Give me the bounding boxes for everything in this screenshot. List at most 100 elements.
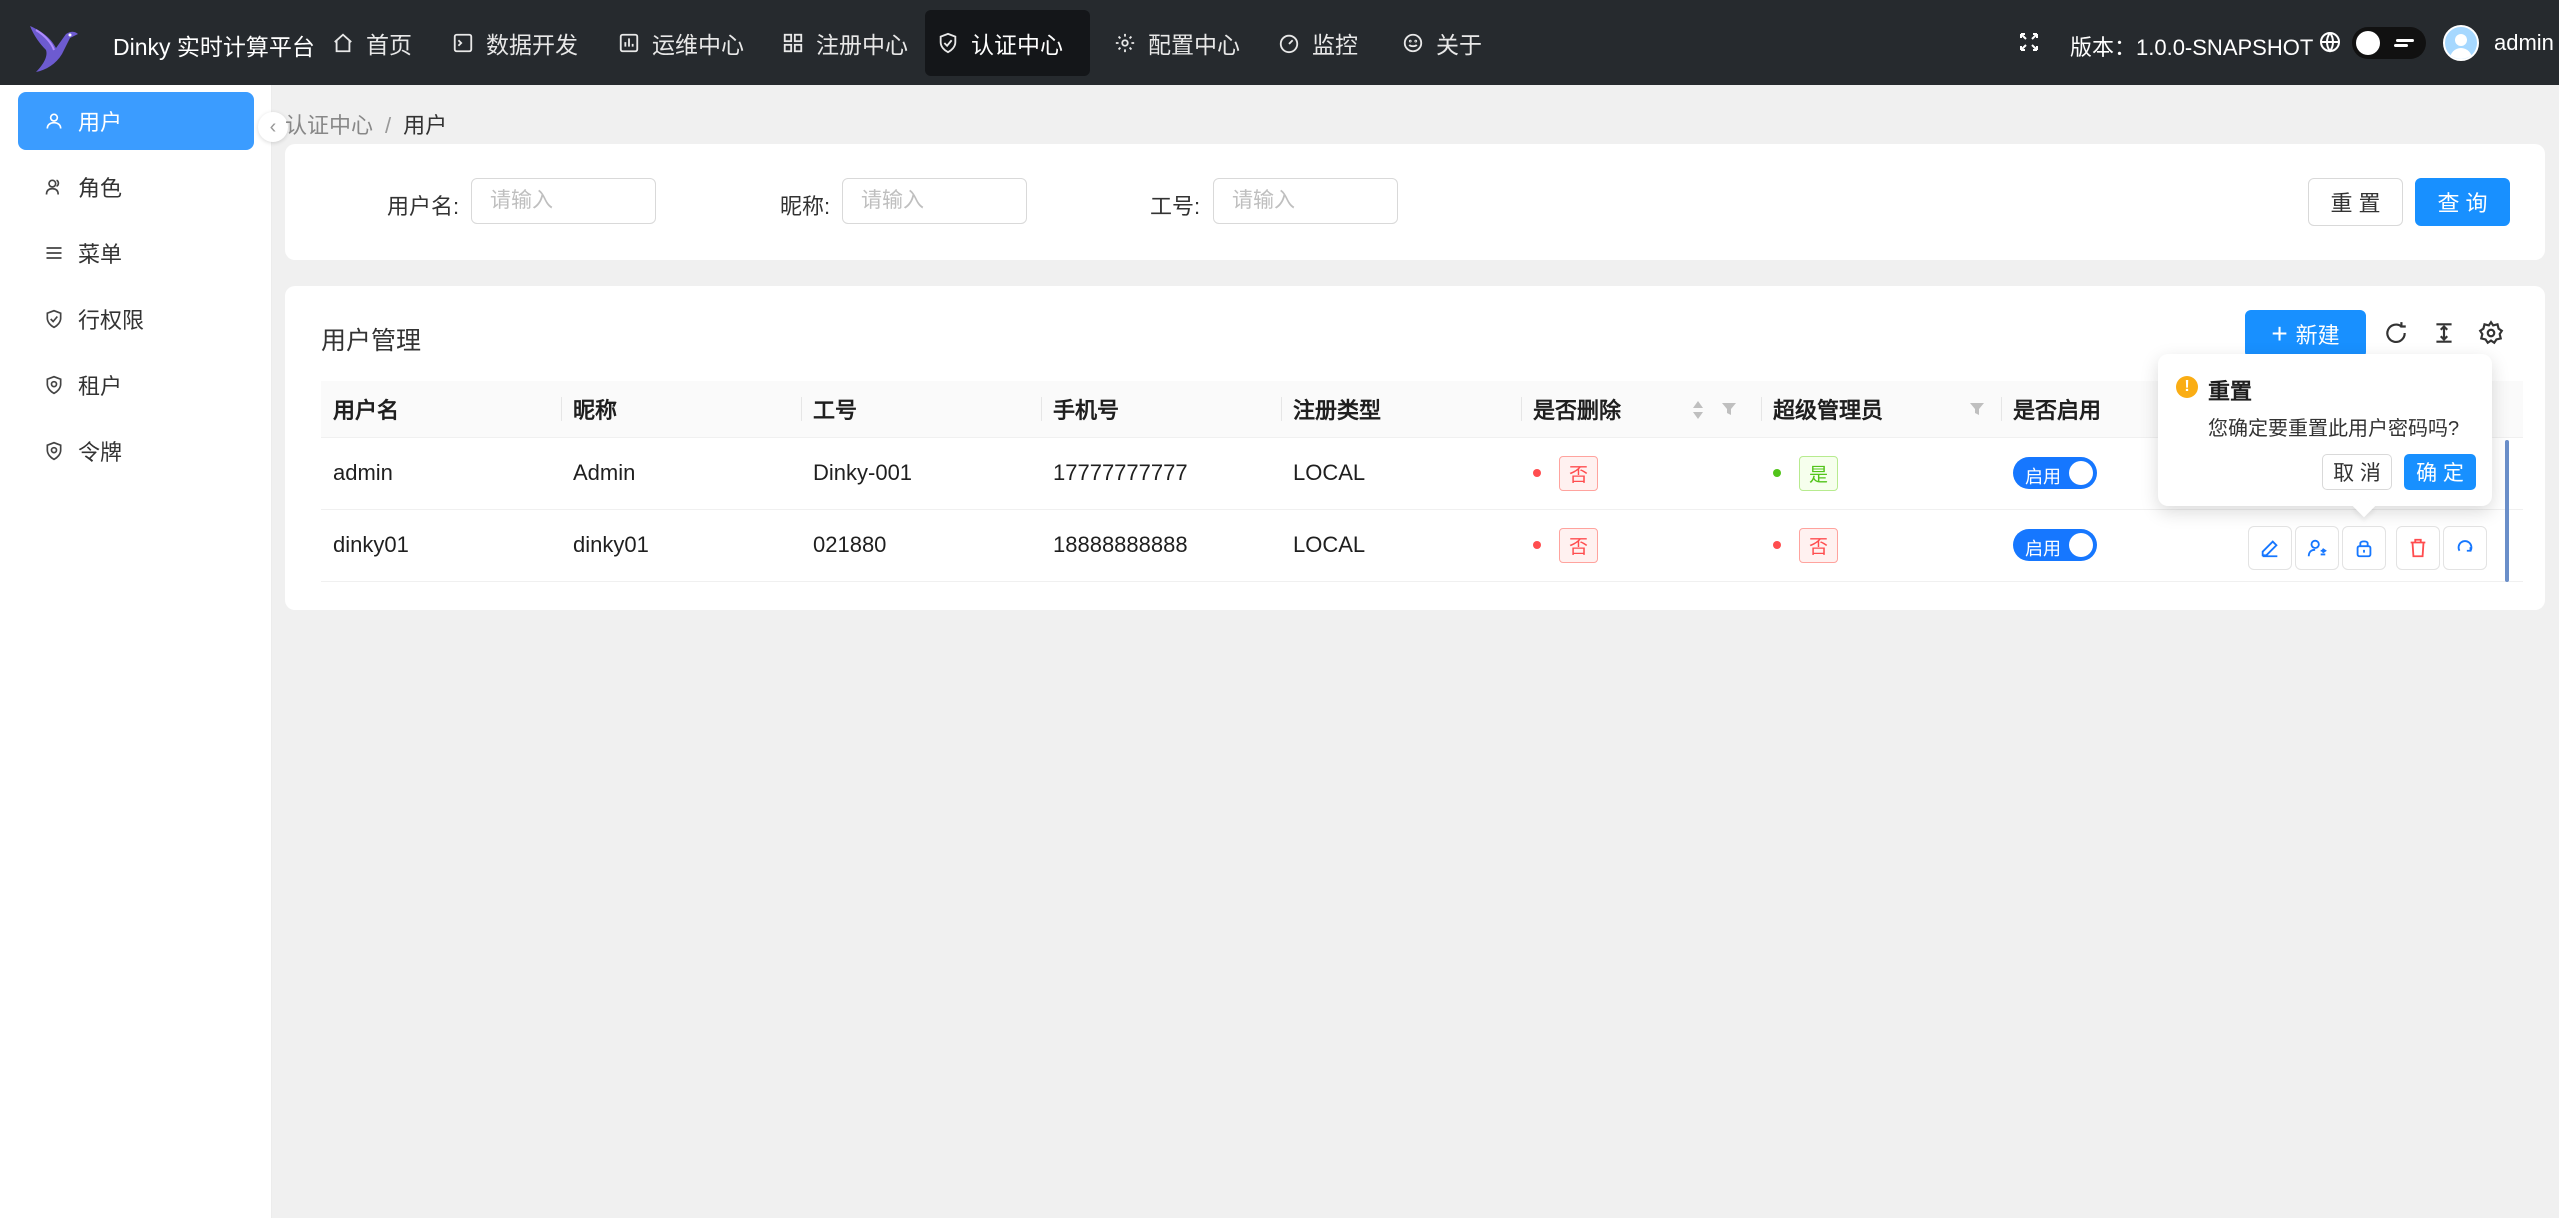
nav-registry-center[interactable]: 注册中心 <box>770 10 920 76</box>
switch-label: 启用 <box>2025 539 2061 559</box>
theme-toggle[interactable] <box>2352 27 2426 59</box>
worknum-filter-input[interactable] <box>1213 178 1398 224</box>
nav-data-dev[interactable]: 数据开发 <box>440 10 590 76</box>
delete-icon <box>2410 538 2426 558</box>
cell-register-type: LOCAL <box>1281 437 1521 510</box>
status-badge: 否 <box>1559 455 1599 491</box>
nav-label: 认证中心 <box>971 32 1063 58</box>
worknum-filter-label: 工号: <box>1150 194 1201 219</box>
nav-monitor[interactable]: 监控 <box>1266 10 1370 76</box>
column-label: 昵称 <box>573 397 618 423</box>
sort-caret-icon[interactable] <box>1691 399 1705 421</box>
cell-mobile: 17777777777 <box>1041 437 1281 510</box>
column-label: 手机号 <box>1053 397 1120 423</box>
delete-button[interactable] <box>2396 526 2440 570</box>
cell-super-admin: 是 <box>1761 437 2001 510</box>
column-header-username: 用户名 <box>321 381 561 438</box>
exclamation-circle-icon: ! <box>2176 376 2198 398</box>
reset-button[interactable]: 重 置 <box>2308 178 2403 226</box>
lock-icon <box>2356 540 2372 558</box>
nav-label: 数据开发 <box>486 32 578 58</box>
avatar-face-icon <box>2450 34 2472 59</box>
query-button[interactable]: 查 询 <box>2415 178 2510 226</box>
cell-is-deleted: 否 <box>1521 509 1761 582</box>
cell-nickname: dinky01 <box>561 509 801 582</box>
home-icon <box>334 33 352 53</box>
language-globe-icon[interactable] <box>2318 30 2342 54</box>
nav-ops-center[interactable]: 运维中心 <box>606 10 756 76</box>
popconfirm-ok-button[interactable]: 确 定 <box>2404 454 2476 490</box>
column-header-worknum: 工号 <box>801 381 1041 438</box>
nav-auth-center[interactable]: 认证中心 <box>925 10 1090 76</box>
reload-icon[interactable] <box>2383 320 2409 346</box>
status-dot <box>1533 541 1541 549</box>
switch-knob <box>2069 533 2093 557</box>
column-label: 工号 <box>813 397 858 423</box>
nav-label: 配置中心 <box>1148 32 1240 58</box>
cell-mobile: 18888888888 <box>1041 509 1281 582</box>
sidebar-item-menus[interactable]: 菜单 <box>18 224 254 282</box>
shield-icon <box>46 441 62 461</box>
column-header-is-deleted[interactable]: 是否删除 <box>1521 381 1761 438</box>
cell-worknum: 021880 <box>801 509 1041 582</box>
gear-icon[interactable] <box>2478 320 2504 346</box>
username-filter-input[interactable] <box>471 178 656 224</box>
terminal-icon <box>453 33 473 53</box>
fullscreen-icon[interactable] <box>2017 30 2041 54</box>
user-switch-icon <box>2307 539 2327 557</box>
theme-toggle-knob <box>2356 31 2380 55</box>
sidebar-item-roles[interactable]: 角色 <box>18 158 254 216</box>
shield-check-icon <box>939 32 957 54</box>
assign-role-button[interactable] <box>2295 526 2339 570</box>
sidebar-collapse-button[interactable]: ‹ <box>258 112 288 142</box>
search-form: 用户名: 昵称: 工号: 重 置 查 询 <box>285 144 2545 260</box>
dinky-logo[interactable] <box>22 14 82 74</box>
shield-icon <box>46 375 62 395</box>
sidebar-item-tenants[interactable]: 租户 <box>18 356 254 414</box>
popconfirm-cancel-button[interactable]: 取 消 <box>2322 454 2392 490</box>
avatar[interactable] <box>2443 25 2479 61</box>
new-user-button[interactable]: + 新建 <box>2245 310 2366 358</box>
column-label: 是否启用 <box>2013 397 2102 423</box>
status-badge: 否 <box>1799 527 1839 563</box>
sidebar-item-label: 菜单 <box>78 242 123 267</box>
reset-password-button[interactable] <box>2443 526 2487 570</box>
sidebar-item-row-permissions[interactable]: 行权限 <box>18 290 254 348</box>
status-dot <box>1773 541 1781 549</box>
cell-register-type: LOCAL <box>1281 509 1521 582</box>
column-label: 超级管理员 <box>1773 397 1884 423</box>
enabled-switch[interactable]: 启用 <box>2013 529 2097 561</box>
sidebar-item-users[interactable]: 用户 <box>18 92 254 150</box>
plus-icon: + <box>2271 318 2288 349</box>
column-header-mobile: 手机号 <box>1041 381 1281 438</box>
nav-config-center[interactable]: 配置中心 <box>1102 10 1252 76</box>
new-user-label: 新建 <box>2295 323 2340 348</box>
edit-button[interactable] <box>2248 526 2292 570</box>
nav-label: 注册中心 <box>816 32 908 58</box>
column-header-super-admin[interactable]: 超级管理员 <box>1761 381 2001 438</box>
filter-icon[interactable] <box>1969 401 1985 417</box>
breadcrumb-parent[interactable]: 认证中心 <box>285 113 373 138</box>
column-height-icon[interactable] <box>2431 320 2457 346</box>
sidebar-item-label: 用户 <box>78 110 123 135</box>
nickname-filter-input[interactable] <box>842 178 1027 224</box>
breadcrumb-separator: / <box>385 113 392 138</box>
nav-label: 首页 <box>366 32 412 58</box>
breadcrumb-current: 用户 <box>403 113 448 138</box>
reset-password-popconfirm: ! 重置 您确定要重置此用户密码吗? 取 消 确 定 <box>2158 354 2492 506</box>
table-title: 用户管理 <box>321 327 422 355</box>
nav-about[interactable]: 关于 <box>1390 10 1494 76</box>
top-header: Dinky 实时计算平台 首页 数据开发 运维中心 注册中心 认证中心 配置中心… <box>0 0 2559 85</box>
filter-icon[interactable] <box>1721 401 1737 417</box>
cell-username: dinky01 <box>321 509 561 582</box>
change-password-button[interactable] <box>2342 526 2386 570</box>
team-icon <box>45 179 60 195</box>
popconfirm-description: 您确定要重置此用户密码吗? <box>2208 418 2460 440</box>
table-scrollbar[interactable] <box>2505 440 2509 582</box>
sidebar-item-label: 租户 <box>78 374 123 399</box>
nav-home[interactable]: 首页 <box>320 10 424 76</box>
sidebar-item-tokens[interactable]: 令牌 <box>18 422 254 480</box>
enabled-switch[interactable]: 启用 <box>2013 457 2097 489</box>
status-badge: 是 <box>1799 455 1839 491</box>
username-label[interactable]: admin <box>2494 30 2554 56</box>
